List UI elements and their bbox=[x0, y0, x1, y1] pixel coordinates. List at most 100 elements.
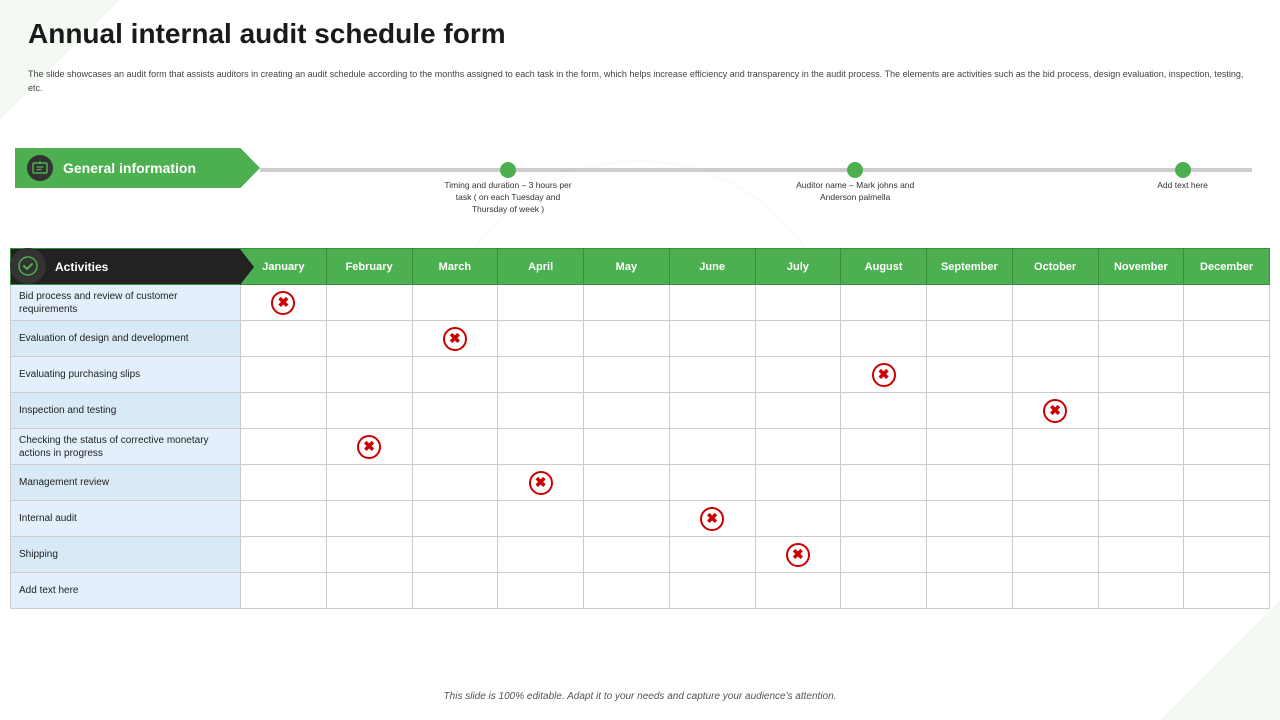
x-mark-icon: ✖ bbox=[700, 507, 724, 531]
timeline-dot-1 bbox=[500, 162, 516, 178]
month-nov: November bbox=[1098, 249, 1184, 285]
cell-row4-col10 bbox=[1098, 429, 1184, 465]
x-mark-icon: ✖ bbox=[443, 327, 467, 351]
cell-row7-col1 bbox=[326, 537, 412, 573]
cell-row2-col6 bbox=[755, 357, 841, 393]
cell-row0-col11 bbox=[1184, 285, 1270, 321]
cell-row3-col8 bbox=[927, 393, 1013, 429]
cell-row0-col10 bbox=[1098, 285, 1184, 321]
cell-row6-col6 bbox=[755, 501, 841, 537]
table-container: Activities January February March April … bbox=[10, 248, 1270, 670]
month-dec: December bbox=[1184, 249, 1270, 285]
cell-row2-col9 bbox=[1012, 357, 1098, 393]
cell-row3-col4 bbox=[584, 393, 670, 429]
page-title: Annual internal audit schedule form bbox=[28, 18, 506, 50]
table-row: Evaluation of design and development ✖ bbox=[11, 321, 1270, 357]
cell-row6-col7 bbox=[841, 501, 927, 537]
cell-row5-col5 bbox=[669, 465, 755, 501]
cell-row4-col9 bbox=[1012, 429, 1098, 465]
activity-cell-6: Internal audit bbox=[11, 501, 241, 537]
cell-row7-col6: ✖ bbox=[755, 537, 841, 573]
cell-row5-col2 bbox=[412, 465, 498, 501]
cell-row6-col9 bbox=[1012, 501, 1098, 537]
cell-row1-col4 bbox=[584, 321, 670, 357]
cell-row0-col1 bbox=[326, 285, 412, 321]
cell-row7-col2 bbox=[412, 537, 498, 573]
cell-row0-col0: ✖ bbox=[241, 285, 327, 321]
month-jul: July bbox=[755, 249, 841, 285]
cell-row4-col1: ✖ bbox=[326, 429, 412, 465]
cell-row0-col2 bbox=[412, 285, 498, 321]
timeline-dot-2 bbox=[847, 162, 863, 178]
cell-row6-col10 bbox=[1098, 501, 1184, 537]
activity-cell-8: Add text here bbox=[11, 573, 241, 609]
x-mark-icon: ✖ bbox=[872, 363, 896, 387]
activity-cell-0: Bid process and review of customer requi… bbox=[11, 285, 241, 321]
cell-row8-col2 bbox=[412, 573, 498, 609]
cell-row4-col5 bbox=[669, 429, 755, 465]
cell-row1-col6 bbox=[755, 321, 841, 357]
cell-row2-col11 bbox=[1184, 357, 1270, 393]
cell-row0-col9 bbox=[1012, 285, 1098, 321]
cell-row5-col3: ✖ bbox=[498, 465, 584, 501]
x-mark-icon: ✖ bbox=[786, 543, 810, 567]
timeline-label-2: Auditor name – Mark johns and Anderson p… bbox=[785, 180, 925, 204]
cell-row1-col3 bbox=[498, 321, 584, 357]
cell-row0-col5 bbox=[669, 285, 755, 321]
cell-row7-col3 bbox=[498, 537, 584, 573]
cell-row1-col9 bbox=[1012, 321, 1098, 357]
cell-row1-col11 bbox=[1184, 321, 1270, 357]
cell-row0-col6 bbox=[755, 285, 841, 321]
cell-row2-col5 bbox=[669, 357, 755, 393]
cell-row6-col3 bbox=[498, 501, 584, 537]
month-may: May bbox=[584, 249, 670, 285]
cell-row0-col8 bbox=[927, 285, 1013, 321]
cell-row3-col9: ✖ bbox=[1012, 393, 1098, 429]
cell-row4-col7 bbox=[841, 429, 927, 465]
cell-row4-col2 bbox=[412, 429, 498, 465]
month-apr: April bbox=[498, 249, 584, 285]
general-info-bar: General information bbox=[15, 148, 260, 188]
cell-row7-col9 bbox=[1012, 537, 1098, 573]
cell-row8-col3 bbox=[498, 573, 584, 609]
cell-row0-col3 bbox=[498, 285, 584, 321]
cell-row8-col11 bbox=[1184, 573, 1270, 609]
timeline: Timing and duration – 3 hours per task (… bbox=[260, 168, 1252, 172]
cell-row1-col5 bbox=[669, 321, 755, 357]
cell-row7-col11 bbox=[1184, 537, 1270, 573]
general-info-label: General information bbox=[63, 160, 196, 176]
cell-row3-col11 bbox=[1184, 393, 1270, 429]
activity-cell-5: Management review bbox=[11, 465, 241, 501]
activity-cell-1: Evaluation of design and development bbox=[11, 321, 241, 357]
cell-row3-col2 bbox=[412, 393, 498, 429]
cell-row4-col6 bbox=[755, 429, 841, 465]
timeline-label-3: Add text here bbox=[1113, 180, 1253, 192]
cell-row3-col6 bbox=[755, 393, 841, 429]
cell-row5-col10 bbox=[1098, 465, 1184, 501]
table-row: Evaluating purchasing slips ✖ bbox=[11, 357, 1270, 393]
cell-row8-col8 bbox=[927, 573, 1013, 609]
cell-row8-col9 bbox=[1012, 573, 1098, 609]
cell-row3-col5 bbox=[669, 393, 755, 429]
cell-row8-col6 bbox=[755, 573, 841, 609]
cell-row6-col2 bbox=[412, 501, 498, 537]
cell-row6-col11 bbox=[1184, 501, 1270, 537]
cell-row8-col5 bbox=[669, 573, 755, 609]
cell-row5-col8 bbox=[927, 465, 1013, 501]
table-row: Internal audit ✖ bbox=[11, 501, 1270, 537]
cell-row6-col8 bbox=[927, 501, 1013, 537]
cell-row0-col4 bbox=[584, 285, 670, 321]
activity-cell-2: Evaluating purchasing slips bbox=[11, 357, 241, 393]
general-info-icon bbox=[27, 155, 53, 181]
month-sep: September bbox=[927, 249, 1013, 285]
cell-row1-col10 bbox=[1098, 321, 1184, 357]
cell-row2-col0 bbox=[241, 357, 327, 393]
table-row: Management review ✖ bbox=[11, 465, 1270, 501]
cell-row5-col9 bbox=[1012, 465, 1098, 501]
cell-row3-col3 bbox=[498, 393, 584, 429]
cell-row5-col4 bbox=[584, 465, 670, 501]
cell-row7-col7 bbox=[841, 537, 927, 573]
audit-table: Activities January February March April … bbox=[10, 248, 1270, 609]
activity-cell-7: Shipping bbox=[11, 537, 241, 573]
cell-row0-col7 bbox=[841, 285, 927, 321]
